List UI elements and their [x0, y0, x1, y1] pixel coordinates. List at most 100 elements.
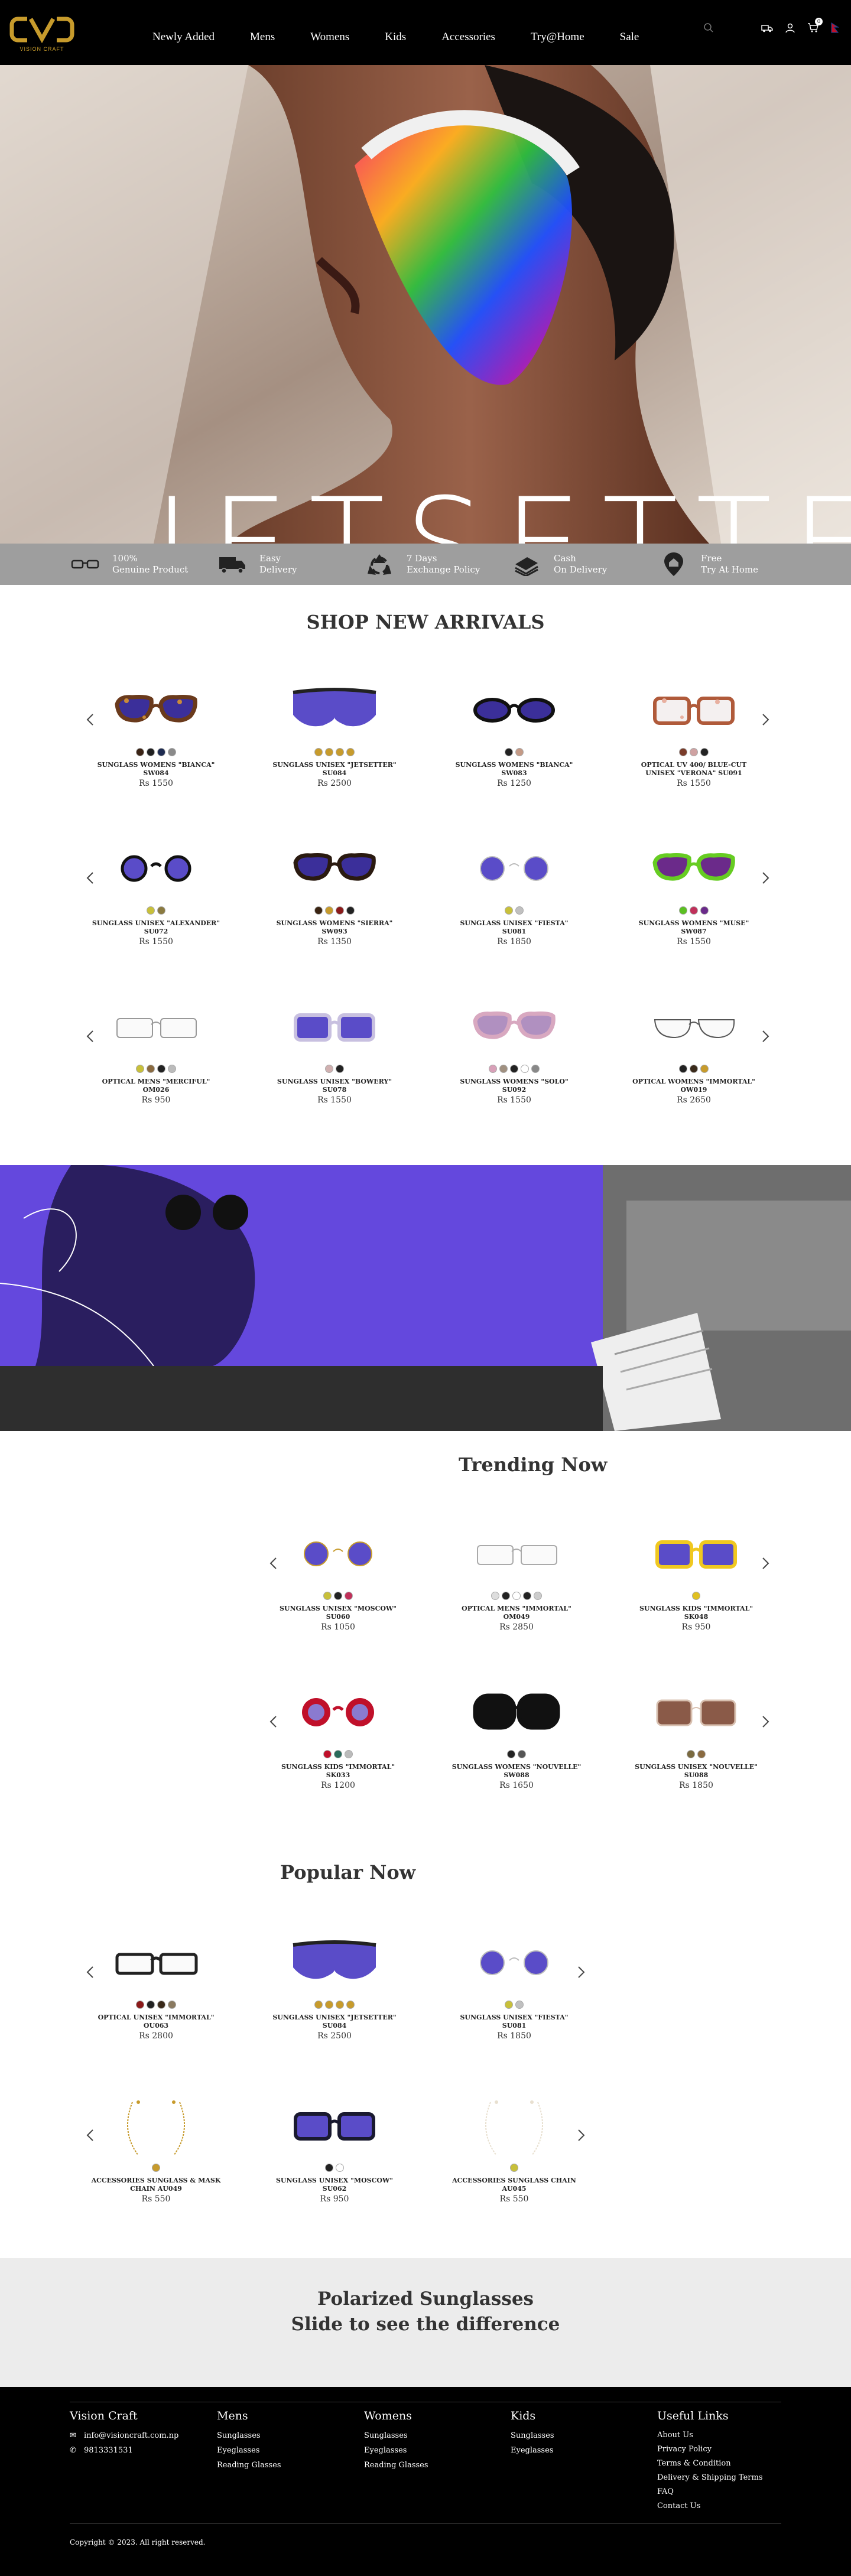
menu-item-sale[interactable]: Sale [620, 31, 639, 44]
color-swatch[interactable] [700, 748, 709, 756]
product-card[interactable]: SUNGLASS WOMENS "MUSE" SW087 Rs 1550 [629, 839, 759, 947]
color-swatch[interactable] [505, 748, 513, 756]
color-swatch[interactable] [346, 2001, 355, 2009]
color-swatch[interactable] [147, 2001, 155, 2009]
color-swatch[interactable] [510, 2164, 518, 2172]
color-swatch[interactable] [334, 1750, 342, 1758]
color-swatch[interactable] [334, 1592, 342, 1600]
color-swatch[interactable] [523, 1592, 531, 1600]
product-card[interactable]: SUNGLASS UNISEX "MOSCOW" SU062 Rs 950 [269, 2096, 399, 2204]
product-image[interactable] [629, 681, 759, 746]
color-swatch[interactable] [679, 748, 687, 756]
product-card[interactable]: SUNGLASS UNISEX "FIESTA" SU081 Rs 1850 [449, 1933, 579, 2041]
color-swatch[interactable] [515, 906, 524, 915]
color-swatch[interactable] [157, 2001, 165, 2009]
product-card[interactable]: SUNGLASS UNISEX "BOWERY" SU078 Rs 1550 [269, 997, 399, 1105]
product-image[interactable] [269, 2096, 399, 2161]
carousel-next-arrow-icon[interactable] [758, 713, 772, 727]
product-card[interactable]: SUNGLASS KIDS "IMMORTAL" SK048 Rs 950 [631, 1524, 761, 1632]
nepal-flag-icon[interactable] [831, 22, 839, 33]
hero-banner[interactable]: JETSETTER [0, 65, 851, 544]
footer-link[interactable]: Eyeglasses [511, 2443, 554, 2458]
product-name[interactable]: SUNGLASS UNISEX "MOSCOW" SU060 [273, 1605, 403, 1621]
product-name[interactable]: SUNGLASS UNISEX "FIESTA" SU081 [449, 2014, 579, 2030]
product-card[interactable]: OPTICAL WOMENS "IMMORTAL" OW019 Rs 2650 [629, 997, 759, 1105]
color-swatch[interactable] [168, 1065, 176, 1073]
footer-link[interactable]: Sunglasses [511, 2428, 554, 2443]
product-card[interactable]: OPTICAL MENS "MERCIFUL" OM026 Rs 950 [91, 997, 221, 1105]
product-image[interactable] [449, 997, 579, 1062]
color-swatch[interactable] [512, 1592, 521, 1600]
color-swatch[interactable] [152, 2164, 160, 2172]
product-card[interactable]: SUNGLASS UNISEX "FIESTA" SU081 Rs 1850 [449, 839, 579, 947]
product-image[interactable] [269, 681, 399, 746]
product-image[interactable] [452, 1683, 582, 1748]
color-swatch[interactable] [325, 1065, 333, 1073]
color-swatch[interactable] [336, 1065, 344, 1073]
color-swatch[interactable] [489, 1065, 497, 1073]
product-name[interactable]: OPTICAL MENS "IMMORTAL" OM049 [452, 1605, 582, 1621]
product-card[interactable]: OPTICAL UV 400/ BLUE-CUT UNISEX "VERONA"… [629, 681, 759, 788]
menu-item-kids[interactable]: Kids [385, 31, 406, 44]
product-name[interactable]: SUNGLASS UNISEX "BOWERY" SU078 [269, 1078, 399, 1094]
product-name[interactable]: OPTICAL WOMENS "IMMORTAL" OW019 [629, 1078, 759, 1094]
color-swatch[interactable] [507, 1750, 515, 1758]
product-name[interactable]: ACCESSORIES SUNGLASS & MASK CHAIN AU049 [91, 2177, 221, 2193]
product-name[interactable]: SUNGLASS WOMENS "SOLO" SU092 [449, 1078, 579, 1094]
footer-link[interactable]: Delivery & Shipping Terms [657, 2471, 763, 2485]
footer-link[interactable]: Reading Glasses [217, 2458, 281, 2473]
color-swatch[interactable] [531, 1065, 540, 1073]
footer-phone[interactable]: ✆ 9813331531 [70, 2443, 178, 2458]
color-swatch[interactable] [323, 1750, 332, 1758]
color-swatch[interactable] [136, 1065, 144, 1073]
color-swatch[interactable] [700, 1065, 709, 1073]
footer-link[interactable]: Reading Glasses [364, 2458, 428, 2473]
brand-logo[interactable]: VISION CRAFT [9, 14, 74, 56]
color-swatch[interactable] [325, 2001, 333, 2009]
product-image[interactable] [452, 1524, 582, 1589]
color-swatch[interactable] [515, 748, 524, 756]
polarized-section[interactable]: Polarized Sunglasses Slide to see the di… [0, 2258, 851, 2387]
product-card[interactable]: SUNGLASS UNISEX "MOSCOW" SU060 Rs 1050 [273, 1524, 403, 1632]
color-swatch[interactable] [157, 906, 165, 915]
color-swatch[interactable] [147, 906, 155, 915]
promo-banner[interactable] [0, 1165, 851, 1431]
footer-email[interactable]: ✉ info@visioncraft.com.np [70, 2428, 178, 2443]
product-card[interactable]: SUNGLASS UNISEX "NOUVELLE" SU088 Rs 1850 [631, 1683, 761, 1790]
product-name[interactable]: SUNGLASS WOMENS "MUSE" SW087 [629, 919, 759, 936]
product-name[interactable]: SUNGLASS KIDS "IMMORTAL" SK048 [631, 1605, 761, 1621]
product-name[interactable]: SUNGLASS UNISEX "FIESTA" SU081 [449, 919, 579, 936]
product-card[interactable]: SUNGLASS WOMENS "BIANCA" SW083 Rs 1250 [449, 681, 579, 788]
product-name[interactable]: OPTICAL UNISEX "IMMORTAL" OU063 [91, 2014, 221, 2030]
color-swatch[interactable] [700, 906, 709, 915]
menu-item-newly-added[interactable]: Newly Added [152, 31, 215, 44]
color-swatch[interactable] [505, 2001, 513, 2009]
product-image[interactable] [629, 839, 759, 904]
product-card[interactable]: SUNGLASS WOMENS "NOUVELLE" SW088 Rs 1650 [452, 1683, 582, 1790]
carousel-next-arrow-icon[interactable] [758, 871, 772, 885]
product-card[interactable]: SUNGLASS KIDS "IMMORTAL" SK033 Rs 1200 [273, 1683, 403, 1790]
color-swatch[interactable] [499, 1065, 508, 1073]
color-swatch[interactable] [336, 748, 344, 756]
product-card[interactable]: SUNGLASS UNISEX "ALEXANDER" SU072 Rs 1550 [91, 839, 221, 947]
product-image[interactable] [269, 839, 399, 904]
footer-link[interactable]: Sunglasses [364, 2428, 428, 2443]
product-image[interactable] [631, 1683, 761, 1748]
color-swatch[interactable] [687, 1750, 695, 1758]
product-name[interactable]: SUNGLASS WOMENS "NOUVELLE" SW088 [452, 1763, 582, 1780]
product-image[interactable] [91, 839, 221, 904]
product-card[interactable]: SUNGLASS UNISEX "JETSETTER" SU084 Rs 2500 [269, 1933, 399, 2041]
color-swatch[interactable] [690, 748, 698, 756]
product-image[interactable] [273, 1683, 403, 1748]
color-swatch[interactable] [491, 1592, 499, 1600]
product-name[interactable]: SUNGLASS KIDS "IMMORTAL" SK033 [273, 1763, 403, 1780]
footer-link[interactable]: About Us [657, 2428, 763, 2442]
product-image[interactable] [449, 1933, 579, 1998]
color-swatch[interactable] [534, 1592, 542, 1600]
color-swatch[interactable] [168, 748, 176, 756]
color-swatch[interactable] [345, 1592, 353, 1600]
footer-link[interactable]: Contact Us [657, 2499, 763, 2513]
menu-item-mens[interactable]: Mens [250, 31, 275, 44]
menu-item-try-at-home[interactable]: Try@Home [531, 31, 584, 44]
product-image[interactable] [91, 2096, 221, 2161]
